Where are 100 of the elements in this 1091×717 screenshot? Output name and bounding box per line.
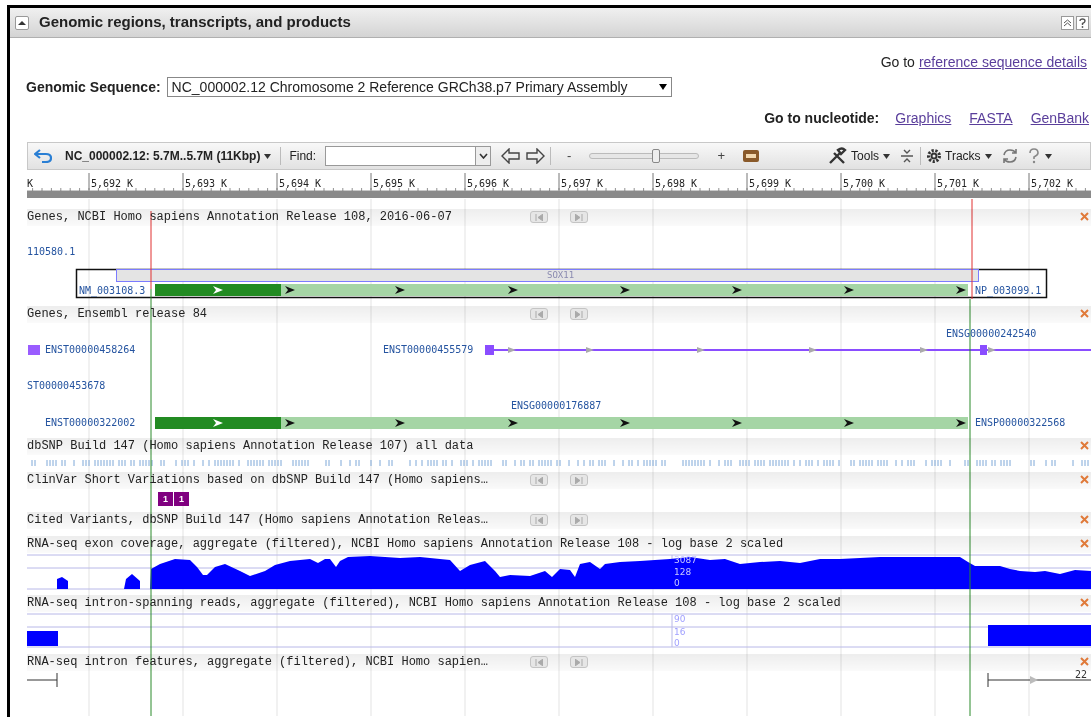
transcript-label: ST00000453678 [27, 381, 106, 391]
protein-label: ENSP00000322568 [975, 418, 1066, 428]
collapse-button[interactable] [15, 15, 29, 30]
axis-label: 0 [674, 639, 680, 648]
skip-forward-icon [575, 516, 583, 524]
sequence-label: Genomic Sequence: [26, 77, 161, 97]
gene-label: ENSG00000242540 [946, 329, 1037, 339]
skip-back-icon [535, 476, 543, 484]
close-icon[interactable] [1080, 441, 1089, 450]
help-icon [1079, 17, 1086, 28]
region-dropdown[interactable]: NC_000002.12: 5.7M..5.7M (11Kbp) [65, 147, 261, 165]
track-title: dbSNP Build 147 (Homo sapiens Annotation Release 107) all data [27, 440, 474, 452]
tools-menu[interactable]: Tools [851, 147, 880, 165]
zoom-out-button[interactable]: - [567, 146, 572, 166]
close-icon[interactable] [1080, 539, 1089, 548]
transcript-label: ENST00000458264 [45, 345, 136, 355]
ruler-label: 5,693 K [185, 177, 228, 191]
nucleotide-link[interactable]: FASTA [969, 107, 1013, 129]
caret-icon [1044, 153, 1052, 159]
dropdown-button[interactable] [475, 147, 491, 165]
arrow-left-icon[interactable] [501, 148, 522, 164]
intron-count: 22 [1075, 670, 1088, 680]
reference-link[interactable]: reference sequence details [918, 52, 1087, 74]
caret-icon [264, 153, 272, 159]
previous-button[interactable] [530, 474, 548, 486]
ruler-label: 5,697 K [561, 177, 604, 191]
previous-button[interactable] [530, 656, 548, 668]
exon-block [28, 345, 40, 355]
move-up-button[interactable] [1061, 15, 1074, 30]
ruler-label: 5,696 K [467, 177, 510, 191]
collapse-icon[interactable] [900, 148, 915, 164]
nucleotide-link[interactable]: GenBank [1030, 107, 1089, 129]
axis-label: 16 [674, 628, 686, 637]
ruler-label: K [27, 177, 34, 191]
ruler-label: 5,695 K [373, 177, 416, 191]
next-button[interactable] [570, 308, 588, 320]
track-title: Genes, NCBI Homo sapiens Annotation Release 108, 2016-06-07 [27, 211, 452, 223]
next-button[interactable] [570, 656, 588, 668]
skip-forward-icon [575, 310, 583, 318]
intron-line [27, 672, 58, 688]
previous-button[interactable] [530, 211, 548, 223]
refresh-icon[interactable] [1000, 148, 1019, 164]
close-icon[interactable] [1080, 657, 1089, 666]
transcript-label: ENST00000322002 [45, 418, 136, 428]
next-button[interactable] [570, 474, 588, 486]
help-button[interactable] [1076, 15, 1089, 30]
slider-thumb[interactable] [652, 149, 661, 163]
close-icon[interactable] [1080, 475, 1089, 484]
close-icon[interactable] [1080, 212, 1089, 221]
feature-label: 110580.1 [27, 247, 76, 257]
close-icon[interactable] [1080, 515, 1089, 524]
transcript-label: ENST00000455579 [383, 345, 474, 355]
ruler-label: 5,698 K [655, 177, 698, 191]
go-to-label: Go to [880, 53, 915, 72]
next-button[interactable] [570, 514, 588, 526]
sequence-icon[interactable] [742, 149, 761, 163]
protein-label: NP_003099.1 [975, 286, 1042, 296]
variant-count[interactable]: 1 [174, 492, 189, 506]
ruler-label: 5,699 K [749, 177, 792, 191]
previous-button[interactable] [530, 308, 548, 320]
nucleotide-link[interactable]: Graphics [895, 107, 952, 129]
ruler-label: 5,702 K [1031, 177, 1074, 191]
track-title: ClinVar Short Variations based on dbSNP Build 147 (Homo sapiens… [27, 474, 488, 486]
skip-back-icon [535, 213, 543, 221]
nucleotide-label: Go to nucleotide: [764, 108, 880, 128]
skip-back-icon [535, 310, 543, 318]
help-icon[interactable] [1026, 148, 1041, 164]
axis-label: 3087 [674, 556, 697, 565]
next-button[interactable] [570, 211, 588, 223]
caret-icon [883, 153, 891, 159]
arrow-right-icon[interactable] [525, 148, 546, 164]
previous-button[interactable] [530, 514, 548, 526]
track-title: RNA-seq intron-spanning reads, aggregate (filtered), NCBI Homo sapiens Annotation Release 108 - log base 2 scaled [27, 597, 841, 609]
triangle-icon [18, 19, 26, 26]
settings-icon[interactable] [926, 148, 943, 164]
panel-title: Genomic regions, transcripts, and products [39, 12, 351, 33]
skip-back-icon [535, 658, 543, 666]
tools-icon[interactable] [828, 147, 849, 165]
caret-icon [984, 153, 992, 159]
gene-label: SOX11 [547, 271, 575, 280]
axis-label: 128 [674, 568, 692, 577]
skip-forward-icon [575, 476, 583, 484]
caret-icon [658, 84, 667, 90]
double-caret-icon [1064, 18, 1071, 27]
find-label: Find: [289, 148, 317, 165]
find-field[interactable] [325, 146, 492, 166]
track-title: Genes, Ensembl release 84 [27, 308, 208, 320]
variant-count[interactable]: 1 [158, 492, 173, 506]
back-icon[interactable] [34, 149, 52, 163]
track-title: RNA-seq exon coverage, aggregate (filtered), NCBI Homo sapiens Annotation Release 108 - log base 2 scaled [27, 538, 784, 550]
zoom-in-button[interactable]: + [717, 146, 726, 166]
transcript-label: NM_003108.3 [79, 286, 146, 296]
skip-forward-icon [575, 213, 583, 221]
close-icon[interactable] [1080, 598, 1089, 607]
skip-forward-icon [575, 658, 583, 666]
ruler-label: 5,692 K [91, 177, 134, 191]
skip-back-icon [535, 516, 543, 524]
close-icon[interactable] [1080, 309, 1089, 318]
chevron-down-icon [478, 153, 488, 159]
tracks-menu[interactable]: Tracks [945, 147, 981, 165]
